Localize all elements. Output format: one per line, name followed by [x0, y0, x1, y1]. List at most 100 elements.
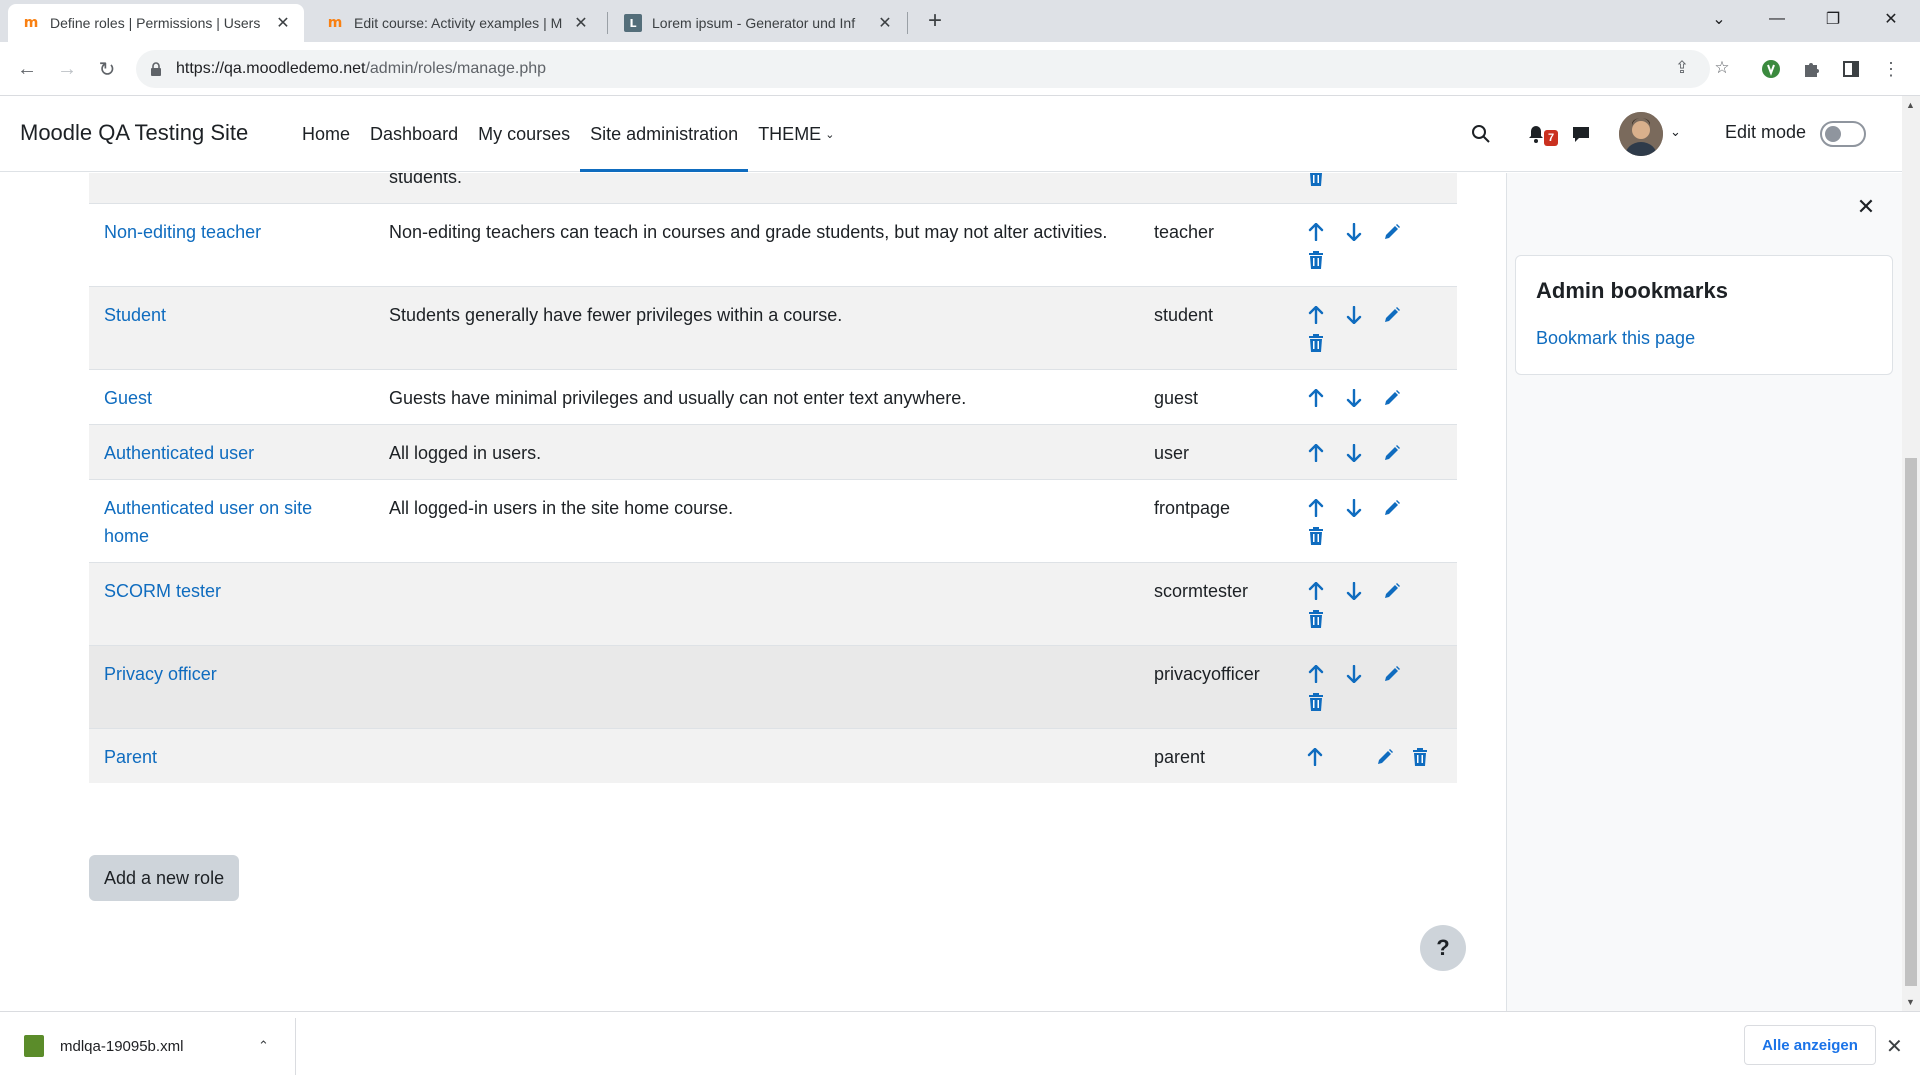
- admin-bookmarks-title: Admin bookmarks: [1536, 278, 1728, 303]
- role-shortname: user: [1154, 443, 1190, 463]
- extensions-puzzle-icon[interactable]: [1798, 56, 1824, 82]
- delete-icon[interactable]: [1297, 605, 1335, 633]
- extension-shield-icon[interactable]: [1758, 56, 1784, 82]
- tab-separator: [907, 12, 908, 34]
- delete-icon[interactable]: [1402, 743, 1437, 771]
- nav-theme-dropdown[interactable]: THEME ⌄: [748, 96, 844, 172]
- user-menu-chevron-icon[interactable]: ⌄: [1670, 124, 1681, 140]
- scroll-down-arrow-icon[interactable]: ▼: [1906, 997, 1915, 1007]
- role-name-link[interactable]: SCORM tester: [104, 581, 221, 601]
- edit-icon[interactable]: [1373, 439, 1411, 467]
- role-description: Students generally have fewer privileges…: [389, 305, 843, 325]
- search-icon[interactable]: [1467, 120, 1495, 148]
- nav-home[interactable]: Home: [292, 96, 360, 172]
- browser-tab-edit-course[interactable]: m Edit course: Activity examples | M ✕: [312, 4, 602, 42]
- share-icon[interactable]: ⇪: [1668, 54, 1696, 82]
- page-scrollbar[interactable]: ▲ ▼: [1902, 96, 1920, 1011]
- restore-icon[interactable]: ❐: [1812, 0, 1854, 38]
- add-new-role-button[interactable]: Add a new role: [89, 855, 240, 901]
- role-description: Non-editing teachers can teach in course…: [389, 222, 1108, 242]
- edit-icon[interactable]: [1373, 301, 1411, 329]
- show-all-downloads-button[interactable]: Alle anzeigen: [1744, 1025, 1876, 1065]
- messages-icon[interactable]: [1567, 120, 1595, 148]
- table-row: Authenticated user All logged in users. us…: [89, 424, 1457, 480]
- role-description: All logged in users.: [389, 443, 542, 463]
- tab-separator: [607, 12, 608, 34]
- address-bar[interactable]: https://qa.moodledemo.net/admin/roles/ma…: [136, 50, 1710, 88]
- lorem-icon: L: [624, 14, 642, 32]
- role-name-link[interactable]: Student: [104, 305, 166, 325]
- edit-icon[interactable]: [1373, 577, 1411, 605]
- move-down-icon[interactable]: [1335, 301, 1373, 329]
- reload-icon[interactable]: ↻: [92, 54, 122, 84]
- bookmark-this-page-link[interactable]: Bookmark this page: [1536, 328, 1695, 349]
- move-up-icon[interactable]: [1297, 384, 1335, 412]
- roles-table: students. Non-editing teacher Non-editing…: [89, 173, 1457, 783]
- role-name-link[interactable]: Non-editing teacher: [104, 222, 261, 242]
- close-tab-icon[interactable]: ✕: [876, 14, 894, 32]
- role-name-link[interactable]: Privacy officer: [104, 664, 217, 684]
- delete-icon[interactable]: [1297, 329, 1335, 357]
- edit-mode-toggle[interactable]: [1820, 121, 1866, 147]
- browser-toolbar: ← → ↻ https://qa.moodledemo.net/admin/ro…: [0, 42, 1920, 96]
- role-description: students.: [389, 173, 463, 187]
- close-downloads-bar-icon[interactable]: ✕: [1886, 1034, 1903, 1059]
- tab-search-chevron-icon[interactable]: ⌄: [1698, 0, 1740, 38]
- scroll-up-arrow-icon[interactable]: ▲: [1906, 100, 1915, 110]
- site-name[interactable]: Moodle QA Testing Site: [20, 120, 248, 146]
- edit-icon[interactable]: [1373, 218, 1411, 246]
- delete-icon[interactable]: [1297, 522, 1335, 550]
- new-tab-button[interactable]: +: [921, 7, 949, 35]
- roles-table-body: Non-editing teacher Non-editing teachers …: [89, 203, 1457, 783]
- move-down-icon[interactable]: [1335, 494, 1373, 522]
- role-name-link[interactable]: Authenticated user on site home: [104, 498, 312, 546]
- edit-icon[interactable]: [1373, 384, 1411, 412]
- nav-site-administration[interactable]: Site administration: [580, 96, 749, 172]
- browser-menu-icon[interactable]: ⋮: [1878, 56, 1904, 82]
- edit-icon[interactable]: [1373, 660, 1411, 688]
- edit-icon[interactable]: [1367, 743, 1402, 771]
- move-up-icon[interactable]: [1297, 218, 1335, 246]
- close-tab-icon[interactable]: ✕: [572, 14, 590, 32]
- minimize-icon[interactable]: —: [1756, 0, 1798, 38]
- move-up-icon[interactable]: [1297, 660, 1335, 688]
- close-drawer-icon[interactable]: ✕: [1854, 194, 1878, 219]
- browser-tab-lorem-ipsum[interactable]: L Lorem ipsum - Generator und Inf ✕: [610, 4, 906, 42]
- move-up-icon[interactable]: [1297, 743, 1332, 771]
- delete-icon[interactable]: [1297, 173, 1335, 191]
- url-text: https://qa.moodledemo.net/admin/roles/ma…: [176, 60, 547, 77]
- bookmark-star-icon[interactable]: ☆: [1708, 54, 1736, 82]
- role-name-link[interactable]: Guest: [104, 388, 152, 408]
- move-up-icon[interactable]: [1297, 577, 1335, 605]
- move-down-icon[interactable]: [1335, 439, 1373, 467]
- forward-icon[interactable]: →: [52, 54, 82, 84]
- side-panel-icon[interactable]: [1838, 56, 1864, 82]
- move-up-icon[interactable]: [1297, 301, 1335, 329]
- download-options-chevron-icon[interactable]: ⌃: [258, 1038, 269, 1054]
- move-down-icon[interactable]: [1335, 218, 1373, 246]
- move-down-icon[interactable]: [1335, 384, 1373, 412]
- delete-icon[interactable]: [1297, 246, 1335, 274]
- edit-icon[interactable]: [1373, 494, 1411, 522]
- nav-dashboard[interactable]: Dashboard: [360, 96, 468, 172]
- move-down-icon[interactable]: [1335, 660, 1373, 688]
- move-up-icon[interactable]: [1297, 439, 1335, 467]
- download-item[interactable]: mdlqa-19095b.xml: [24, 1030, 183, 1062]
- block-drawer: ✕ Admin bookmarks Bookmark this page: [1506, 173, 1902, 1011]
- lock-icon[interactable]: [150, 62, 164, 76]
- role-shortname: teacher: [1154, 222, 1215, 242]
- delete-icon[interactable]: [1297, 688, 1335, 716]
- nav-my-courses[interactable]: My courses: [468, 96, 580, 172]
- browser-tab-define-roles[interactable]: m Define roles | Permissions | Users ✕: [8, 4, 304, 42]
- close-tab-icon[interactable]: ✕: [274, 14, 292, 32]
- move-up-icon[interactable]: [1297, 494, 1335, 522]
- move-down-icon[interactable]: [1335, 577, 1373, 605]
- main-content: students. Non-editing teacher Non-editing…: [0, 173, 1506, 1011]
- window-close-icon[interactable]: ✕: [1870, 0, 1912, 38]
- user-avatar[interactable]: [1619, 112, 1663, 156]
- role-name-link[interactable]: Parent: [104, 747, 157, 767]
- scrollbar-thumb[interactable]: [1905, 458, 1917, 986]
- back-icon[interactable]: ←: [12, 54, 42, 84]
- role-name-link[interactable]: Authenticated user: [104, 443, 254, 463]
- help-button[interactable]: ?: [1420, 925, 1466, 971]
